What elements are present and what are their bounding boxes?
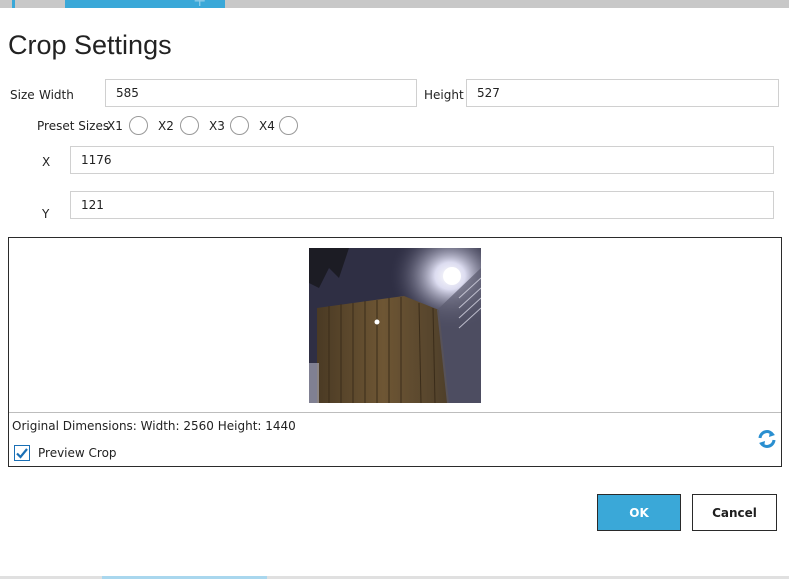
preview-crop-label: Preview Crop (38, 446, 117, 460)
checkmark-icon (16, 448, 28, 459)
y-input[interactable] (70, 191, 774, 219)
preset-x4-radio[interactable] (279, 116, 298, 135)
x-input[interactable] (70, 146, 774, 174)
height-label: Height (424, 88, 464, 102)
preset-sizes-label: Preset Sizes (37, 119, 110, 133)
x-label: X (42, 155, 51, 169)
preset-x3-label: X3 (209, 119, 225, 133)
y-label: Y (42, 207, 50, 221)
crop-preview-image (309, 248, 481, 403)
preset-x1-radio[interactable] (129, 116, 148, 135)
top-tab-strip: + (0, 0, 789, 9)
ok-button[interactable]: OK (597, 494, 681, 531)
width-input[interactable] (105, 79, 417, 107)
plus-icon[interactable]: + (193, 0, 206, 9)
cancel-button[interactable]: Cancel (692, 494, 777, 531)
preview-panel: Original Dimensions: Width: 2560 Height:… (8, 237, 782, 467)
refresh-icon[interactable] (756, 428, 778, 450)
original-dimensions-text: Original Dimensions: Width: 2560 Height:… (12, 419, 296, 433)
height-input[interactable] (466, 79, 779, 107)
preset-x2-label: X2 (158, 119, 174, 133)
width-label: Width (39, 88, 74, 102)
preset-x1-label: X1 (107, 119, 123, 133)
preset-x4-label: X4 (259, 119, 275, 133)
tab-strip-left-accent (12, 0, 15, 8)
preset-x2-radio[interactable] (180, 116, 199, 135)
preview-crop-checkbox[interactable] (14, 445, 30, 461)
size-section-label: Size (10, 88, 35, 102)
preset-x3-radio[interactable] (230, 116, 249, 135)
preview-divider (9, 412, 781, 413)
dialog-title: Crop Settings (8, 30, 172, 60)
